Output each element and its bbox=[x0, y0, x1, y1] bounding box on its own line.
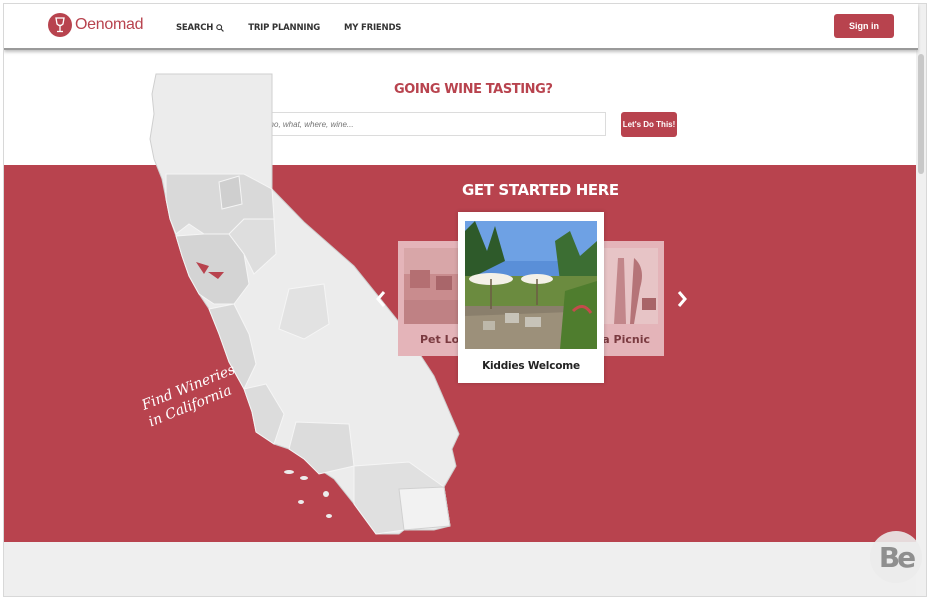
chevron-left-icon[interactable] bbox=[375, 290, 387, 308]
card-label: Kiddies Welcome bbox=[482, 360, 580, 372]
vertical-scrollbar[interactable] bbox=[916, 4, 926, 596]
search-field[interactable] bbox=[238, 112, 606, 136]
nav-search[interactable]: SEARCH bbox=[176, 23, 225, 33]
main-nav: SEARCH TRIP PLANNING MY FRIENDS bbox=[176, 23, 425, 33]
wine-glass-icon bbox=[48, 13, 72, 37]
signin-button[interactable]: Sign in bbox=[834, 14, 894, 38]
carousel-card-pet-lovers[interactable]: Pet Lovers bbox=[398, 241, 486, 356]
top-header: Oenomad SEARCH TRIP PLANNING MY FRIENDS … bbox=[4, 4, 918, 50]
footer-area bbox=[4, 542, 918, 596]
search-icon bbox=[216, 24, 225, 32]
browser-page: Oenomad SEARCH TRIP PLANNING MY FRIENDS … bbox=[3, 3, 927, 597]
search-input[interactable] bbox=[262, 119, 582, 129]
watermark-text: Be bbox=[878, 540, 916, 574]
kiddies-welcome-photo bbox=[465, 221, 597, 349]
lets-do-this-button[interactable]: Let's Do This! bbox=[621, 112, 677, 137]
picnic-photo bbox=[604, 248, 658, 324]
nav-search-label: SEARCH bbox=[176, 23, 214, 33]
hero-tagline: GOING WINE TASTING? bbox=[394, 82, 553, 97]
logo[interactable]: Oenomad bbox=[48, 13, 143, 37]
nav-my-friends[interactable]: MY FRIENDS bbox=[344, 23, 401, 33]
get-started-heading: GET STARTED HERE bbox=[462, 181, 619, 199]
carousel-card-kiddies-welcome[interactable]: Kiddies Welcome bbox=[458, 212, 604, 383]
nav-trip-planning[interactable]: TRIP PLANNING bbox=[248, 23, 320, 33]
scrollbar-thumb[interactable] bbox=[918, 54, 924, 174]
pet-lovers-photo bbox=[404, 248, 458, 324]
behance-watermark: Be bbox=[870, 531, 922, 583]
chevron-right-icon[interactable] bbox=[676, 290, 688, 308]
brand-name: Oenomad bbox=[75, 16, 144, 33]
carousel-card-having-a-picnic[interactable]: Having a Picnic bbox=[555, 241, 664, 356]
